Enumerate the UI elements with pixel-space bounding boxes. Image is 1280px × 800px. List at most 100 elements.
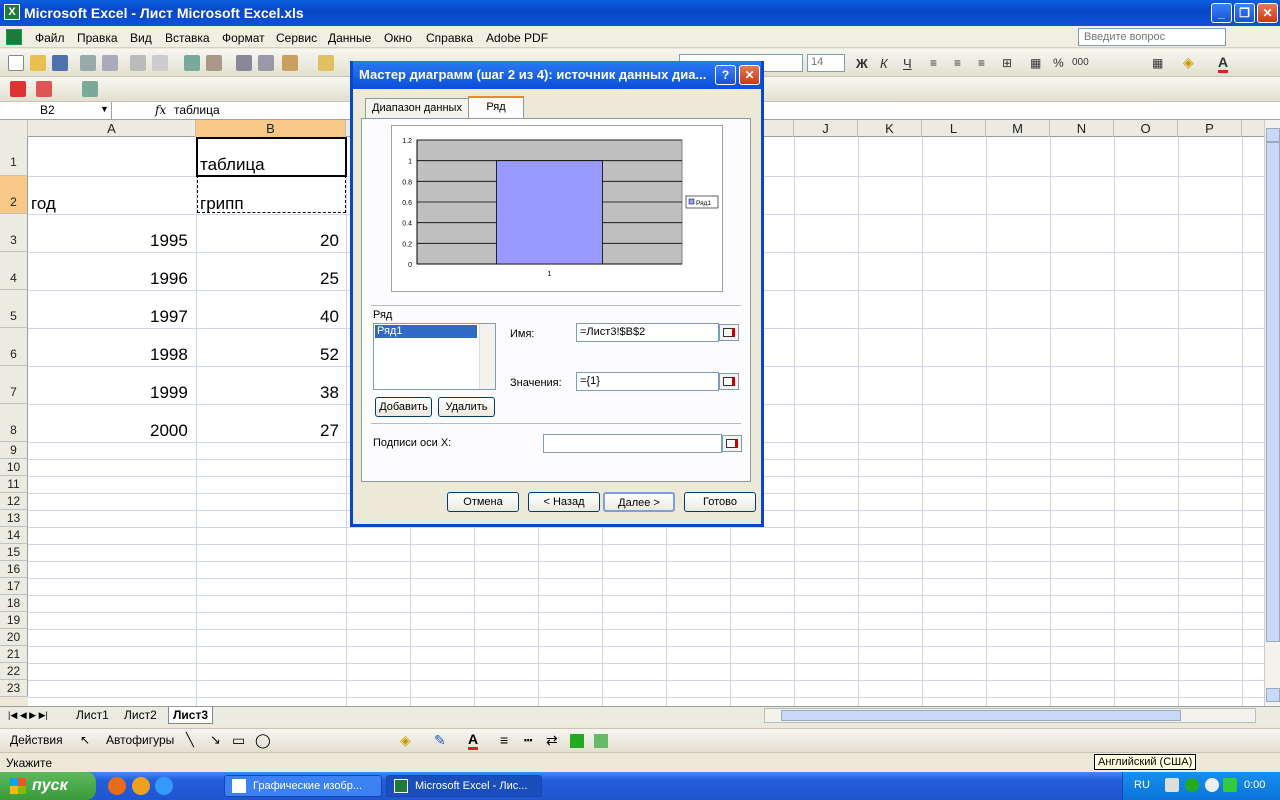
row-header-15[interactable]: 15 bbox=[0, 544, 28, 561]
align-center-icon[interactable]: ≡ bbox=[954, 56, 961, 70]
row-header-21[interactable]: 21 bbox=[0, 646, 28, 663]
row-header-22[interactable]: 22 bbox=[0, 663, 28, 680]
menu-tools[interactable]: Сервис bbox=[276, 31, 317, 45]
series-name-input[interactable]: =Лист3!$B$2 bbox=[576, 323, 719, 342]
scroll-down-icon[interactable] bbox=[1266, 688, 1280, 702]
ie-icon[interactable] bbox=[155, 777, 173, 795]
row-header-14[interactable]: 14 bbox=[0, 527, 28, 544]
select-all-corner[interactable] bbox=[0, 120, 28, 137]
menu-format[interactable]: Формат bbox=[222, 31, 265, 45]
line-color-icon[interactable]: ✎ bbox=[434, 732, 446, 749]
menu-data[interactable]: Данные bbox=[328, 31, 371, 45]
font-size-combo[interactable]: 14 bbox=[807, 54, 845, 72]
row-header-8[interactable]: 8 bbox=[0, 404, 28, 442]
refresh-icon[interactable] bbox=[82, 81, 98, 97]
x-axis-labels-input[interactable] bbox=[543, 434, 722, 453]
column-header-m[interactable]: M bbox=[986, 120, 1050, 137]
open-icon[interactable] bbox=[30, 55, 46, 71]
format-painter-icon[interactable] bbox=[318, 55, 334, 71]
draw-actions-menu[interactable]: Действия bbox=[10, 733, 63, 747]
align-left-icon[interactable]: ≡ bbox=[930, 56, 937, 70]
horizontal-scrollbar[interactable] bbox=[764, 708, 1256, 723]
row-header-11[interactable]: 11 bbox=[0, 476, 28, 493]
cell-a6[interactable]: 1998 bbox=[150, 345, 188, 365]
first-sheet-icon[interactable]: |◀ ◀ ▶ ▶| bbox=[4, 709, 52, 722]
cell-b8[interactable]: 27 bbox=[320, 421, 339, 441]
autoshapes-menu[interactable]: Автофигуры bbox=[106, 733, 174, 747]
column-header-k[interactable]: K bbox=[858, 120, 922, 137]
arrow-icon[interactable]: ↘ bbox=[210, 732, 221, 748]
bold-icon[interactable]: Ж bbox=[856, 56, 868, 71]
tab-data-range[interactable]: Диапазон данных bbox=[365, 98, 469, 119]
cancel-button[interactable]: Отмена bbox=[447, 492, 519, 512]
cell-a4[interactable]: 1996 bbox=[150, 269, 188, 289]
menu-file[interactable]: Файл bbox=[35, 31, 65, 45]
add-series-button[interactable]: Добавить bbox=[375, 397, 432, 417]
row-header-10[interactable]: 10 bbox=[0, 459, 28, 476]
save-icon[interactable] bbox=[52, 55, 68, 71]
copy-icon[interactable] bbox=[258, 55, 274, 71]
start-button[interactable]: пуск bbox=[0, 772, 96, 800]
column-header-b[interactable]: B bbox=[196, 120, 346, 137]
cell-b4[interactable]: 25 bbox=[320, 269, 339, 289]
email-icon[interactable] bbox=[102, 55, 118, 71]
sheet-tab-2[interactable]: Лист2 bbox=[120, 707, 161, 723]
series-list-item[interactable]: Ряд1 bbox=[375, 325, 477, 338]
currency-icon[interactable]: ▦ bbox=[1030, 56, 1041, 70]
merge-center-icon[interactable]: ⊞ bbox=[1002, 56, 1012, 70]
row-header-23[interactable]: 23 bbox=[0, 680, 28, 697]
firefox-icon[interactable] bbox=[108, 777, 126, 795]
cell-a5[interactable]: 1997 bbox=[150, 307, 188, 327]
select-objects-icon[interactable]: ↖ bbox=[80, 733, 90, 747]
sheet-tab-3[interactable]: Лист3 bbox=[168, 707, 214, 724]
scroll-up-icon[interactable] bbox=[1266, 128, 1280, 142]
column-header-j[interactable]: J bbox=[794, 120, 858, 137]
align-right-icon[interactable]: ≡ bbox=[978, 56, 985, 70]
name-range-picker-icon[interactable] bbox=[719, 324, 739, 341]
network-icon[interactable] bbox=[1165, 778, 1179, 792]
restore-button[interactable]: ❐ bbox=[1234, 3, 1255, 23]
row-header-12[interactable]: 12 bbox=[0, 493, 28, 510]
row-header-7[interactable]: 7 bbox=[0, 366, 28, 404]
cell-b2[interactable]: грипп bbox=[200, 194, 244, 214]
column-header-o[interactable]: O bbox=[1114, 120, 1178, 137]
next-button[interactable]: Далее > bbox=[603, 492, 675, 512]
taskbar-item-excel[interactable]: Microsoft Excel - Лис... bbox=[386, 775, 542, 797]
series-values-input[interactable]: ={1} bbox=[576, 372, 719, 391]
cell-b3[interactable]: 20 bbox=[320, 231, 339, 251]
new-icon[interactable] bbox=[8, 55, 24, 71]
taskbar-item-images[interactable]: Графические изобр... bbox=[224, 775, 382, 797]
column-header-n[interactable]: N bbox=[1050, 120, 1114, 137]
comma-style-icon[interactable]: 000 bbox=[1072, 57, 1089, 68]
tray-clock-icon[interactable] bbox=[1205, 778, 1219, 792]
row-header-4[interactable]: 4 bbox=[0, 252, 28, 290]
cell-b7[interactable]: 38 bbox=[320, 383, 339, 403]
draw-font-color-icon[interactable]: A bbox=[468, 731, 479, 750]
print-preview-icon[interactable] bbox=[152, 55, 168, 71]
italic-icon[interactable]: К bbox=[880, 56, 888, 71]
row-header-17[interactable]: 17 bbox=[0, 578, 28, 595]
series-list-scrollbar[interactable] bbox=[479, 324, 495, 389]
row-header-13[interactable]: 13 bbox=[0, 510, 28, 527]
menu-window[interactable]: Окно bbox=[384, 31, 412, 45]
dash-style-icon[interactable]: ┅ bbox=[524, 732, 532, 749]
tray-app-icon[interactable] bbox=[1185, 778, 1199, 792]
spelling-icon[interactable] bbox=[184, 55, 200, 71]
menu-view[interactable]: Вид bbox=[130, 31, 152, 45]
row-header-1[interactable]: 1 bbox=[0, 137, 28, 176]
draw-fill-color-icon[interactable]: ◈ bbox=[400, 732, 411, 749]
cell-b5[interactable]: 40 bbox=[320, 307, 339, 327]
cell-b1[interactable]: таблица bbox=[200, 155, 265, 175]
3d-style-icon[interactable] bbox=[594, 734, 608, 748]
xlabels-range-picker-icon[interactable] bbox=[722, 435, 742, 452]
borders-icon[interactable]: ▦ bbox=[1152, 56, 1163, 70]
row-header-9[interactable]: 9 bbox=[0, 442, 28, 459]
shadow-style-icon[interactable] bbox=[570, 734, 584, 748]
workbook-icon[interactable] bbox=[6, 29, 22, 45]
language-indicator[interactable]: RU bbox=[1134, 779, 1150, 791]
menu-edit[interactable]: Правка bbox=[77, 31, 118, 45]
cell-a7[interactable]: 1999 bbox=[150, 383, 188, 403]
finish-button[interactable]: Готово bbox=[684, 492, 756, 512]
permission-icon[interactable] bbox=[80, 55, 96, 71]
back-button[interactable]: < Назад bbox=[528, 492, 600, 512]
